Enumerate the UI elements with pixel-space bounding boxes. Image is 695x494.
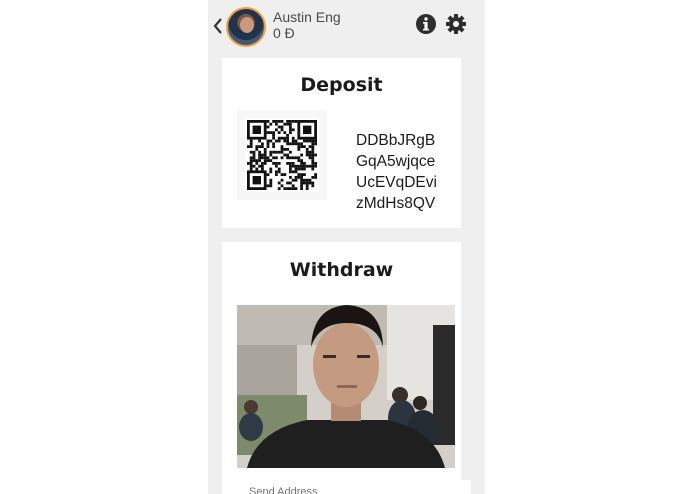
info-circle-icon bbox=[416, 14, 436, 34]
deposit-card: Deposit DDBbJRgB GqA5wjqce UcEVqDEvi zMd… bbox=[222, 58, 461, 228]
withdraw-title: Withdraw bbox=[289, 259, 394, 281]
qr-code-image bbox=[245, 118, 319, 192]
address-line: UcEVqDEvi bbox=[356, 174, 437, 191]
address-line: GqA5wjqce bbox=[356, 153, 436, 170]
back-button[interactable] bbox=[211, 16, 225, 38]
user-name: Austin Eng bbox=[273, 9, 341, 25]
send-address-input[interactable] bbox=[237, 480, 471, 494]
wallet-popup: Austin Eng 0 Đ Deposit DDBbJRgB GqA5wjqc… bbox=[208, 0, 485, 494]
avatar[interactable] bbox=[226, 7, 266, 47]
balance: 0 Đ bbox=[273, 25, 295, 41]
camera-feed bbox=[237, 305, 455, 468]
camera-image bbox=[237, 305, 455, 468]
gear-icon bbox=[446, 14, 466, 34]
address-line: DDBbJRgB bbox=[356, 132, 436, 149]
deposit-address[interactable]: DDBbJRgB GqA5wjqce UcEVqDEvi zMdHs8QV bbox=[356, 130, 456, 214]
chevron-left-icon bbox=[213, 18, 222, 34]
withdraw-card: Withdraw bbox=[222, 242, 471, 494]
info-button[interactable] bbox=[415, 13, 437, 35]
settings-button[interactable] bbox=[445, 13, 467, 35]
address-line: zMdHs8QV bbox=[356, 195, 436, 212]
deposit-title: Deposit bbox=[300, 74, 383, 96]
qr-code bbox=[237, 110, 327, 200]
header: Austin Eng 0 Đ bbox=[208, 0, 476, 58]
